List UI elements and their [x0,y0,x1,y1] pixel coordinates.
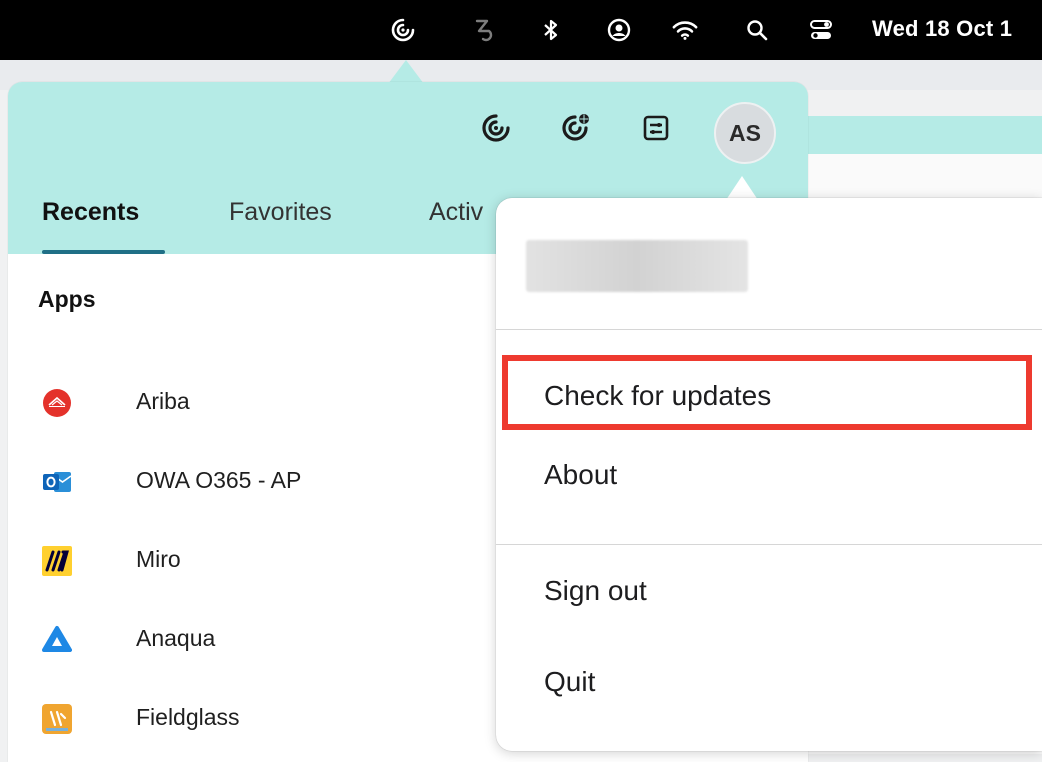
sync-icon[interactable] [470,17,496,43]
fieldglass-icon [42,704,72,734]
quit-item[interactable]: Quit [544,666,595,698]
menu-divider [496,329,1042,330]
tab-favorites[interactable]: Favorites [229,198,332,227]
citrix-workspace-icon[interactable] [390,17,416,43]
redacted-account-name [526,240,748,292]
popover-arrow [388,60,424,84]
app-label: Anaqua [136,625,216,651]
avatar[interactable]: AS [714,102,776,164]
bluetooth-icon[interactable] [538,17,564,43]
app-item-owa[interactable]: OWA O365 - AP [42,463,482,503]
app-item-ariba[interactable]: Ariba [42,384,482,424]
menu-bar-clock[interactable]: Wed 18 Oct 1 [872,16,1012,42]
wifi-icon[interactable] [672,17,698,43]
active-tab-indicator [42,250,165,254]
citrix-globe-icon[interactable] [558,110,594,146]
outlook-icon [42,467,72,497]
ariba-icon [42,388,72,418]
tab-recents[interactable]: Recents [42,198,139,227]
app-item-fieldglass[interactable]: Fieldglass [42,700,482,740]
app-label: OWA O365 - AP [136,467,302,493]
app-label: Fieldglass [136,704,240,730]
sign-out-item[interactable]: Sign out [544,575,647,607]
menu-arrow [726,176,758,200]
settings-sliders-icon[interactable] [638,110,674,146]
check-for-updates-item[interactable]: Check for updates [544,380,771,412]
search-icon[interactable] [744,17,770,43]
menu-bar: Wed 18 Oct 1 [0,0,1042,60]
app-item-anaqua[interactable]: Anaqua [42,621,482,661]
menu-divider [496,544,1042,545]
user-circle-icon[interactable] [606,17,632,43]
miro-icon [42,546,72,576]
account-menu: Check for updates About Sign out Quit [496,198,1042,751]
tab-activity[interactable]: Activ [429,198,483,227]
about-item[interactable]: About [544,459,617,491]
app-item-miro[interactable]: Miro [42,542,482,582]
app-label: Miro [136,546,181,572]
control-center-icon[interactable] [808,17,834,43]
apps-section-title: Apps [38,286,96,312]
background-header [800,116,1042,154]
app-label: Ariba [136,388,190,414]
anaqua-icon [42,625,72,655]
citrix-icon[interactable] [478,110,514,146]
